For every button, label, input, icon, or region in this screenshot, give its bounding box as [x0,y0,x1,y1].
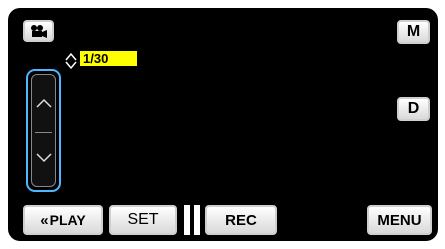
slider-track [31,74,56,187]
movie-camera-icon [30,25,47,38]
up-down-arrow-icon [65,52,77,70]
chevron-up-icon [35,98,52,108]
double-chevron-left-icon: « [40,211,49,229]
rec-button[interactable]: REC [205,205,277,235]
set-button[interactable]: SET [109,205,177,235]
mode-button[interactable] [23,20,54,42]
slider-down-button[interactable] [32,130,55,186]
shutter-speed-value: 1/30 [80,51,137,66]
menu-button[interactable]: MENU [367,205,432,235]
adjust-slider[interactable] [26,69,61,192]
manual-mode-button[interactable]: M [397,20,430,44]
camera-screen: 1/30 M D « PLAY SET REC MENU [8,8,438,241]
play-button-label: PLAY [49,212,86,228]
pause-icon [184,205,200,235]
play-button[interactable]: « PLAY [23,205,103,235]
display-button[interactable]: D [397,97,430,121]
slider-up-button[interactable] [32,75,55,131]
chevron-down-icon [35,153,52,163]
